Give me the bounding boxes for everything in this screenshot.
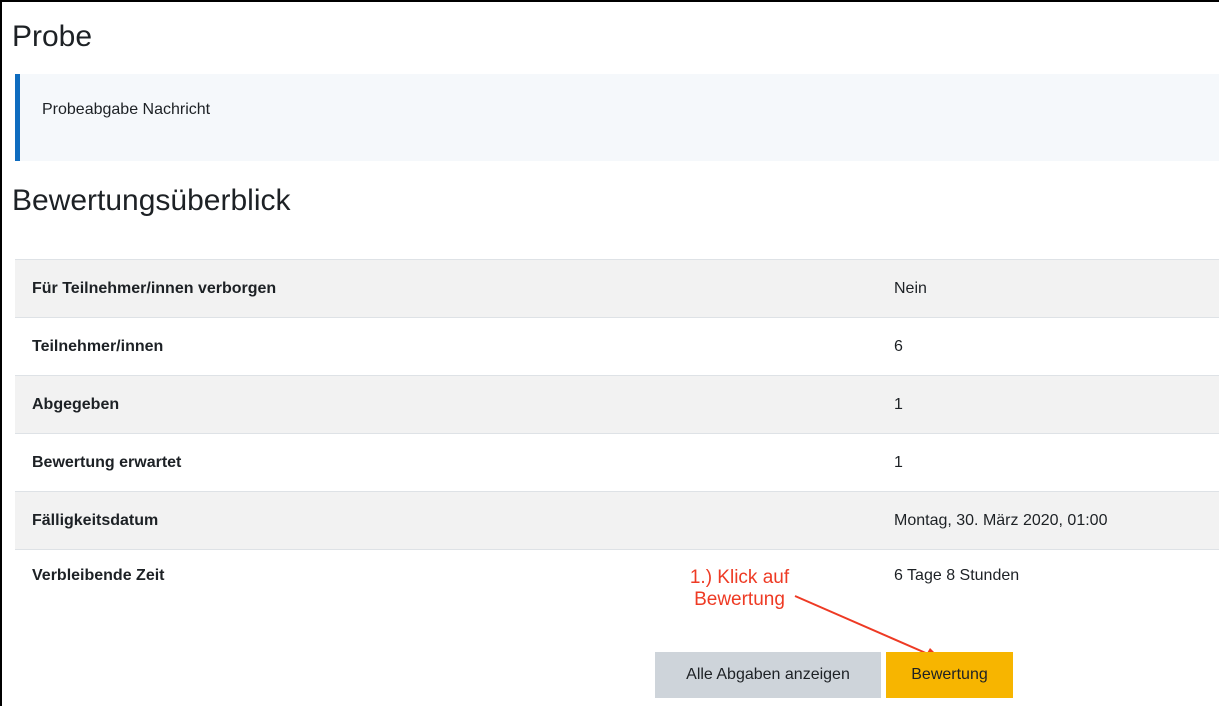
row-value-needs-grading: 1	[894, 453, 903, 471]
page-title: Probe	[12, 20, 93, 53]
row-value-hidden: Nein	[894, 279, 927, 297]
table-row: Bewertung erwartet 1	[15, 433, 1219, 492]
intro-box: Probeabgabe Nachricht	[15, 74, 1219, 161]
table-row: Teilnehmer/innen 6	[15, 317, 1219, 376]
row-label-hidden: Für Teilnehmer/innen verborgen	[32, 279, 277, 297]
row-value-participants: 6	[894, 337, 903, 355]
intro-text: Probeabgabe Nachricht	[42, 101, 211, 118]
view-all-submissions-button[interactable]: Alle Abgaben anzeigen	[655, 652, 881, 698]
annotation-line-2: Bewertung	[694, 589, 785, 610]
row-label-due-date: Fälligkeitsdatum	[32, 511, 159, 529]
table-row: Für Teilnehmer/innen verborgen Nein	[15, 259, 1219, 318]
grading-summary-table: Für Teilnehmer/innen verborgen Nein Teil…	[15, 259, 1219, 610]
annotation-line-1: 1.) Klick auf	[689, 567, 790, 588]
section-title: Bewertungsüberblick	[12, 184, 291, 217]
row-label-submitted: Abgegeben	[32, 395, 120, 413]
table-row: Fälligkeitsdatum Montag, 30. März 2020, …	[15, 491, 1219, 550]
table-row: Verbleibende Zeit 6 Tage 8 Stunden	[15, 549, 1219, 610]
row-value-due-date: Montag, 30. März 2020, 01:00	[894, 511, 1108, 529]
row-value-submitted: 1	[894, 395, 903, 413]
row-label-needs-grading: Bewertung erwartet	[32, 453, 182, 471]
row-value-time-remaining: 6 Tage 8 Stunden	[894, 567, 1020, 584]
grade-button[interactable]: Bewertung	[886, 652, 1013, 698]
instruction-annotation: 1.) Klick auf Bewertung	[672, 567, 807, 611]
table-row: Abgegeben 1	[15, 375, 1219, 434]
row-label-participants: Teilnehmer/innen	[32, 337, 164, 355]
